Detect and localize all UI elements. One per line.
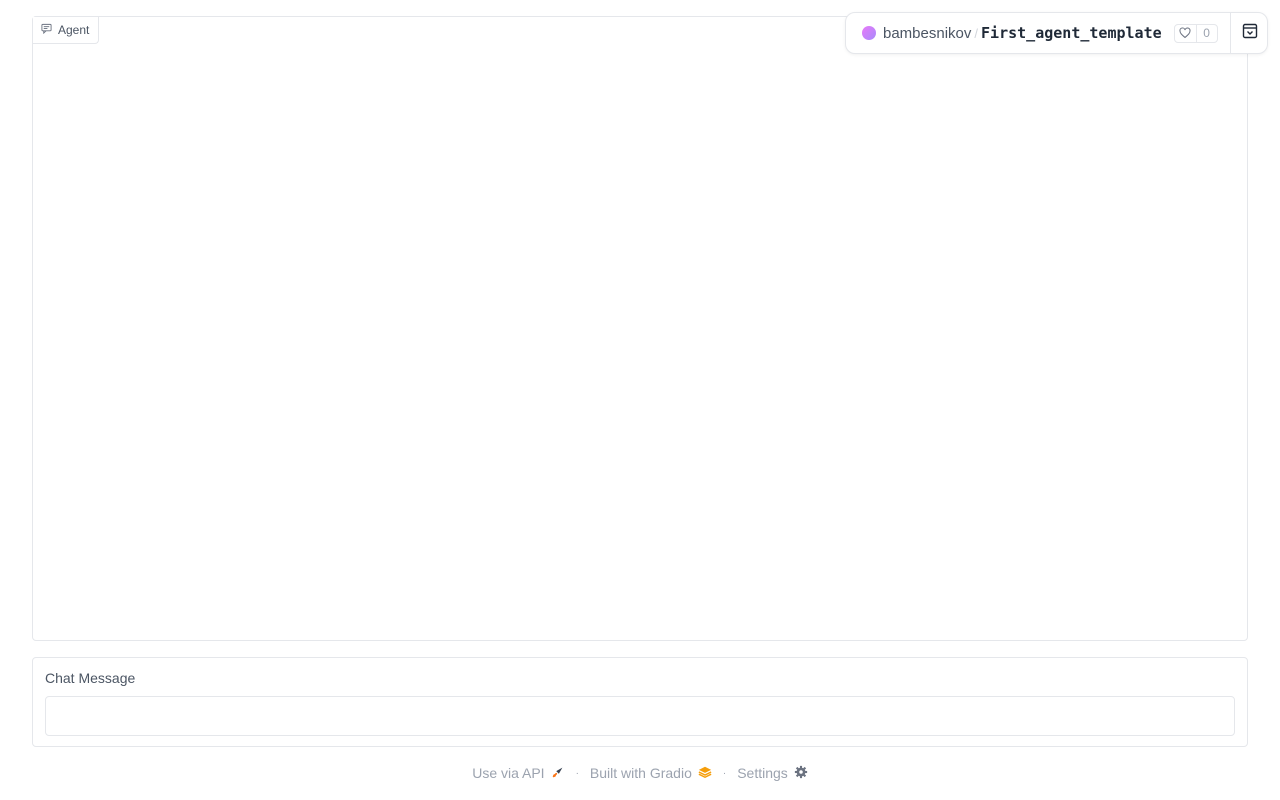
chatbot-label-text: Agent [58,23,90,37]
collapse-icon [1242,23,1258,44]
chat-message-block: Chat Message [32,657,1248,747]
path-separator: / [974,25,979,41]
collapse-header-button[interactable] [1231,13,1268,53]
like-count: 0 [1203,26,1210,40]
chatbot-panel[interactable]: Agent [32,16,1248,641]
heart-icon [1175,24,1197,42]
space-repo-link[interactable]: First_agent_template [981,24,1162,42]
footer-separator: · [575,767,579,779]
settings-link[interactable]: Settings [737,765,808,782]
rocket-icon [551,765,565,782]
built-with-gradio-label: Built with Gradio [589,765,692,781]
footer: Use via API · Built with Gradio · Settin… [0,762,1280,784]
chat-message-label: Chat Message [45,670,136,686]
footer-separator: · [722,767,727,779]
gradio-logo-icon [698,765,712,782]
use-via-api-link[interactable]: Use via API [472,765,564,782]
chat-icon [41,23,52,37]
like-button[interactable]: 0 [1173,23,1218,43]
settings-label: Settings [737,765,788,781]
space-header-badge: bambesnikov / First_agent_template 0 [845,12,1268,54]
app-root: Agent bambesnikov / First_agent_template… [0,0,1280,800]
chatbot-label: Agent [33,17,100,44]
built-with-gradio-link[interactable]: Built with Gradio [590,765,712,782]
chat-message-input[interactable] [45,696,1235,736]
gear-icon [794,765,808,782]
avatar[interactable] [862,26,876,40]
space-owner-link[interactable]: bambesnikov [883,25,971,42]
use-via-api-label: Use via API [472,765,545,781]
